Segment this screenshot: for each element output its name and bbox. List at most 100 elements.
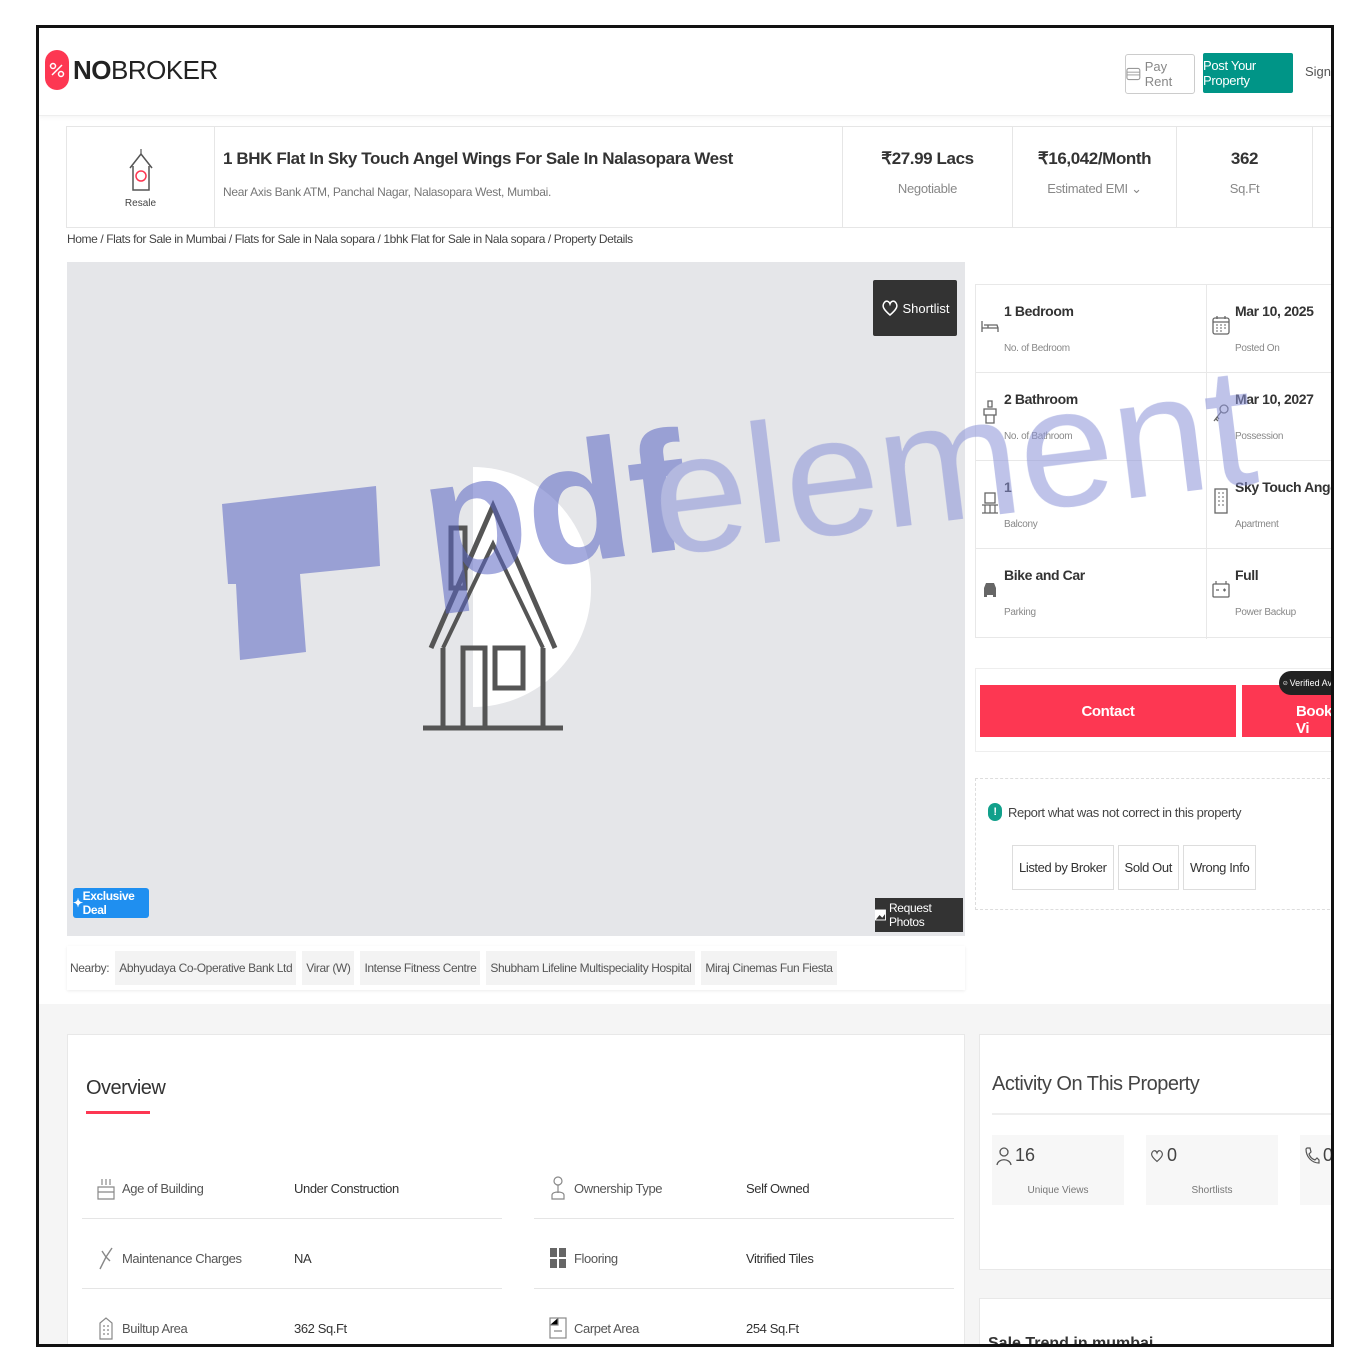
emi-value: ₹16,042/Month (1037, 149, 1152, 168)
spec-label: No. of Bathroom (1004, 431, 1073, 442)
pay-rent-label: Pay Rent (1144, 59, 1173, 89)
overview-value: 254 Sq.Ft (746, 1321, 799, 1336)
activity-card-shortlists: 0 Shortlists (1146, 1135, 1278, 1205)
resale-label: Resale (124, 197, 157, 209)
overview-value: Vitrified Tiles (746, 1251, 814, 1266)
spec-apartment: Sky Touch Angel Wi... Apartment (1207, 461, 1331, 549)
bathroom-icon (983, 400, 997, 424)
property-specs: 1 Bedroom No. of Bedroom Mar 10, 2025 Po… (975, 284, 1331, 639)
spec-label: Possession (1235, 431, 1284, 442)
bed-icon (981, 321, 999, 332)
building-age-icon (97, 1179, 115, 1200)
overview-row: Carpet Area 254 Sq.Ft (534, 1297, 954, 1344)
activity-value: 16 (1015, 1145, 1036, 1165)
builtup-icon (99, 1317, 113, 1340)
nearby-chip[interactable]: Abhyudaya Co-Operative Bank Ltd (115, 951, 297, 985)
logo-rest-text: BROKER (111, 54, 218, 85)
spec-label: Apartment (1235, 519, 1279, 530)
spec-possession: Mar 10, 2027 Possession (1207, 373, 1331, 461)
listing-title: 1 BHK Flat In Sky Touch Angel Wings For … (223, 149, 733, 168)
nearby-chip[interactable]: Shubham Lifeline Multispeciality Hospita… (486, 951, 696, 985)
spec-label: Posted On (1235, 343, 1280, 354)
spec-value: Full (1235, 567, 1259, 583)
car-icon (984, 583, 996, 597)
listing-title-block: 1 BHK Flat In Sky Touch Angel Wings For … (215, 127, 843, 227)
area-value: 362 (1230, 149, 1259, 168)
resale-badge: Resale (67, 127, 215, 227)
spec-value: Bike and Car (1004, 567, 1085, 583)
nearby-chip[interactable]: Miraj Cinemas Fun Fiesta (701, 951, 837, 985)
spec-label: Power Backup (1235, 607, 1296, 618)
activity-value: 0 (1167, 1145, 1178, 1165)
activity-card-contacts: 0 (1300, 1135, 1334, 1205)
overview-key: Carpet Area (574, 1321, 639, 1336)
balcony-icon (982, 492, 998, 514)
spec-power-backup: Full Power Backup (1207, 549, 1331, 637)
heart-outline-icon (881, 300, 898, 316)
activity-card-unique-views: 16 Unique Views (992, 1135, 1124, 1205)
image-icon (875, 909, 886, 921)
pay-rent-button[interactable]: Pay Rent (1125, 54, 1195, 94)
overview-key: Flooring (574, 1251, 618, 1266)
report-option-listed-by-broker[interactable]: Listed by Broker (1012, 845, 1114, 890)
report-option-wrong-info[interactable]: Wrong Info (1182, 845, 1257, 890)
photo-gallery[interactable]: Shortlist ✦ Exclusive Deal Request Photo… (67, 262, 965, 936)
post-property-button[interactable]: Post Your Property (1203, 53, 1293, 93)
nearby-bar: Nearby: Abhyudaya Co-Operative Bank Ltd … (67, 946, 965, 990)
area-block: 362 Sq.Ft (1177, 127, 1313, 227)
request-photos-button[interactable]: Request Photos (875, 898, 963, 932)
verified-badge: Verified Avai (1279, 671, 1331, 695)
logo-bold-text: NO (73, 54, 112, 85)
contact-button[interactable]: Contact (980, 685, 1236, 737)
overview-value: NA (294, 1251, 312, 1266)
user-icon (996, 1146, 1012, 1165)
listing-address: Near Axis Bank ATM, Panchal Nagar, Nalas… (223, 185, 552, 199)
overview-key: Ownership Type (574, 1181, 663, 1196)
spec-parking: Bike and Car Parking (976, 549, 1206, 637)
nearby-chip[interactable]: Virar (W) (302, 951, 355, 985)
nearby-chip[interactable]: Intense Fitness Centre (360, 951, 481, 985)
activity-panel: Activity On This Property 16 Unique View… (979, 1034, 1334, 1270)
shortlist-button[interactable]: Shortlist (873, 280, 957, 336)
heart-icon (1151, 1149, 1163, 1162)
activity-label: Shortlists (1191, 1185, 1233, 1196)
resale-house-icon (128, 148, 153, 191)
activity-title: Activity On This Property (992, 1073, 1200, 1095)
emi-note[interactable]: Estimated EMI ⌄ (1047, 181, 1142, 197)
activity-divider (992, 1113, 1331, 1115)
overview-key: Builtup Area (122, 1321, 188, 1336)
sign-up-link[interactable]: Sign up (1305, 64, 1331, 79)
shortlist-label: Shortlist (902, 300, 950, 316)
carpet-icon (549, 1317, 567, 1339)
flooring-icon (550, 1248, 566, 1268)
logo-mark-icon (45, 50, 69, 90)
report-question-text: Report what was not correct in this prop… (1008, 804, 1242, 820)
maintenance-icon (99, 1247, 113, 1270)
breadcrumb[interactable]: Home / Flats for Sale in Mumbai / Flats … (67, 232, 633, 246)
spec-label: Balcony (1004, 519, 1038, 530)
overview-row: Flooring Vitrified Tiles (534, 1227, 954, 1289)
listing-price: ₹27.99 Lacs (881, 149, 974, 168)
key-icon (1213, 404, 1229, 422)
overview-underline (86, 1111, 150, 1114)
battery-icon (1212, 581, 1230, 598)
spec-value: Mar 10, 2025 (1235, 303, 1314, 319)
activity-label: Unique Views (1027, 1185, 1089, 1196)
report-options: Listed by Broker Sold Out Wrong Info (1012, 845, 1257, 890)
overview-value: Self Owned (746, 1181, 810, 1196)
overview-key: Age of Building (122, 1181, 204, 1196)
sale-trend-panel: Sale Trend in mumbai (979, 1298, 1331, 1344)
top-navigation: NOBROKER Pay Rent Post Your Property Sig… (39, 28, 1331, 116)
ownership-icon (551, 1176, 565, 1200)
nobroker-logo[interactable]: NOBROKER (45, 50, 218, 90)
calendar-icon (1212, 316, 1230, 335)
area-unit: Sq.Ft (1229, 181, 1260, 196)
emi-block[interactable]: ₹16,042/Month Estimated EMI ⌄ (1013, 127, 1177, 227)
spec-value: Sky Touch Angel Wi... (1235, 479, 1331, 495)
house-placeholder-icon (423, 499, 563, 731)
activity-value: 0 (1323, 1145, 1334, 1165)
report-option-sold-out[interactable]: Sold Out (1117, 845, 1179, 890)
overview-title: Overview (86, 1077, 166, 1099)
phone-icon (1305, 1146, 1320, 1164)
spec-value: 2 Bathroom (1004, 391, 1078, 407)
